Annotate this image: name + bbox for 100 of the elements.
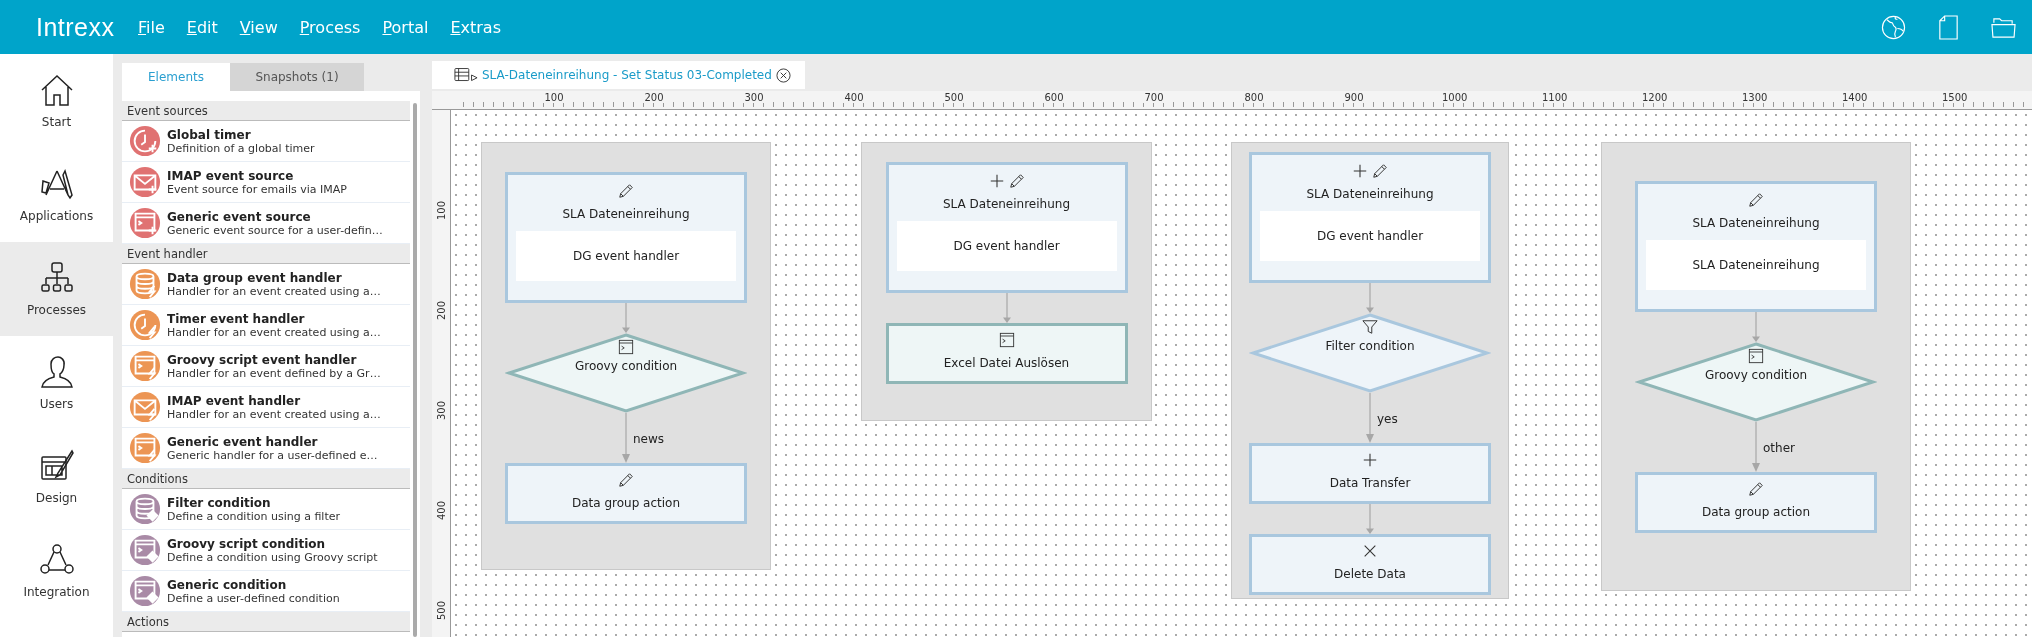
element-title: Data group event handler [167, 270, 343, 285]
globe-icon[interactable] [1881, 14, 1906, 40]
element-title: Generic condition [167, 577, 288, 592]
action-node[interactable]: Excel Datei Auslösen [885, 323, 1128, 384]
node-title: SLA Dateneinreihung [943, 197, 1070, 211]
node-subtitle: SLA Dateneinreihung [1646, 240, 1866, 290]
script-icon [1748, 348, 1764, 364]
element-list-item[interactable]: Groovy script event handler Handler for an event defined by a Gr… [122, 346, 410, 387]
action-node[interactable]: Data group action [505, 463, 747, 524]
ruler-label: 100 [542, 92, 566, 103]
element-list-item[interactable]: IMAP event source Event source for emails via IMAP [122, 162, 410, 203]
plus-icon [988, 173, 1005, 189]
panel-tab[interactable]: Snapshots (1) [230, 63, 364, 91]
element-description: Handler for an event created using a… [167, 325, 381, 339]
element-list-item[interactable]: Filter condition Define a condition using a filter [122, 489, 410, 530]
condition-label: Groovy condition [1704, 368, 1808, 382]
condition-label: Filter condition [1325, 339, 1415, 353]
element-list-item[interactable]: Data group event handler Handler for an event created using a… [122, 264, 410, 305]
ruler-label: 600 [1042, 92, 1066, 103]
element-description: Generic handler for a user-defined e… [167, 448, 378, 462]
element-description: Definition of a global timer [167, 141, 315, 155]
element-description: Handler for an event created using a… [167, 407, 381, 421]
section-header: Event handler [122, 244, 410, 264]
connector-arrow [1751, 312, 1761, 342]
condition-label: Groovy condition [574, 359, 678, 373]
element-list-item[interactable]: Groovy script condition Define a condition using Groovy script [122, 530, 410, 571]
connector-arrow [1001, 293, 1012, 323]
event-handler-node[interactable]: SLA Dateneinreihung DG event handler [1249, 152, 1491, 283]
ruler-label: 200 [434, 299, 448, 322]
section-header: Event sources [122, 101, 410, 121]
action-node[interactable]: Data Transfer [1249, 443, 1491, 504]
ruler-label: 1400 [1842, 92, 1866, 103]
ruler-label: 100 [434, 199, 448, 222]
node-title: Data group action [1701, 505, 1811, 519]
node-title: SLA Dateneinreihung [1306, 187, 1434, 201]
ruler-label: 500 [434, 599, 448, 622]
connector-arrow [621, 303, 631, 333]
node-title: SLA Dateneinreihung [1692, 216, 1820, 230]
pencil-icon [1008, 173, 1025, 189]
ruler-label: 300 [434, 399, 448, 422]
connector-arrow [1365, 504, 1375, 534]
element-title: Generic event source [167, 209, 312, 224]
element-description: Define a user-defined condition [167, 591, 340, 605]
ruler-label: 700 [1142, 92, 1166, 103]
condition-diamond[interactable] [505, 333, 747, 413]
event-handler-node[interactable]: SLA Dateneinreihung DG event handler [885, 162, 1128, 293]
action-node[interactable]: Delete Data [1249, 534, 1491, 595]
ruler-label: 800 [1242, 92, 1266, 103]
condition-diamond[interactable] [1249, 313, 1491, 393]
element-description: Define a condition using Groovy script [167, 550, 378, 564]
pencil-icon [1372, 163, 1388, 179]
element-title: Timer event handler [167, 311, 306, 326]
connector-arrow [1365, 283, 1375, 313]
plus-icon [1362, 452, 1378, 468]
element-list-item[interactable]: IMAP event handler Handler for an event created using a… [122, 387, 410, 428]
tab-title: SLA-Dateneinreihung - Set Status 03-Completed [482, 68, 772, 82]
script-icon [618, 339, 634, 355]
element-description: Define a condition using a filter [167, 509, 341, 523]
element-description: Generic event source for a user-defin… [167, 223, 383, 237]
ruler-label: 400 [842, 92, 866, 103]
element-title: Groovy script event handler [167, 352, 358, 367]
user-icon [39, 355, 74, 389]
element-list-item[interactable]: Global timer Definition of a global timer [122, 121, 410, 162]
edge-label: news [633, 432, 665, 447]
ruler-label: 200 [642, 92, 666, 103]
event-handler-node[interactable]: SLA Dateneinreihung DG event handler [505, 172, 747, 303]
connector-arrow [621, 413, 631, 463]
process-icon [454, 67, 478, 83]
node-title: Excel Datei Auslösen [943, 356, 1070, 370]
element-title: Filter condition [167, 495, 272, 510]
pencil-icon [618, 183, 634, 199]
action-node[interactable]: Data group action [1635, 472, 1877, 533]
section-header: Conditions [122, 469, 410, 489]
nav-item[interactable]: Processes [0, 242, 113, 336]
document-icon[interactable] [1936, 14, 1961, 40]
layout-brush-icon [39, 449, 74, 483]
pencil-ruler-icon [39, 167, 74, 201]
edge-label: other [1763, 441, 1795, 456]
node-title: Data group action [571, 496, 681, 510]
connector-arrow [1751, 422, 1761, 472]
edge-label: yes [1377, 412, 1398, 427]
scrollbar[interactable] [413, 103, 417, 637]
condition-diamond[interactable] [1635, 342, 1877, 422]
ruler-label: 1200 [1642, 92, 1666, 103]
close-icon[interactable] [775, 67, 791, 83]
element-description: Handler for an event defined by a Gr… [167, 366, 381, 380]
element-description: Handler for an event created using a… [167, 284, 381, 298]
ruler-label: 900 [1342, 92, 1366, 103]
node-subtitle: DG event handler [516, 231, 736, 281]
ruler-label: 500 [942, 92, 966, 103]
hierarchy-icon [39, 261, 74, 295]
element-title: Groovy script condition [167, 536, 327, 551]
element-list-item[interactable]: Timer event handler Handler for an event created using a… [122, 305, 410, 346]
ruler-label: 1500 [1942, 92, 1966, 103]
event-handler-node[interactable]: SLA Dateneinreihung SLA Dateneinreihung [1635, 181, 1877, 312]
element-title: IMAP event handler [167, 393, 302, 408]
network-icon [39, 543, 74, 577]
element-title: IMAP event source [167, 168, 295, 183]
ruler-label: 400 [434, 499, 448, 522]
connector-arrow [1365, 393, 1375, 443]
